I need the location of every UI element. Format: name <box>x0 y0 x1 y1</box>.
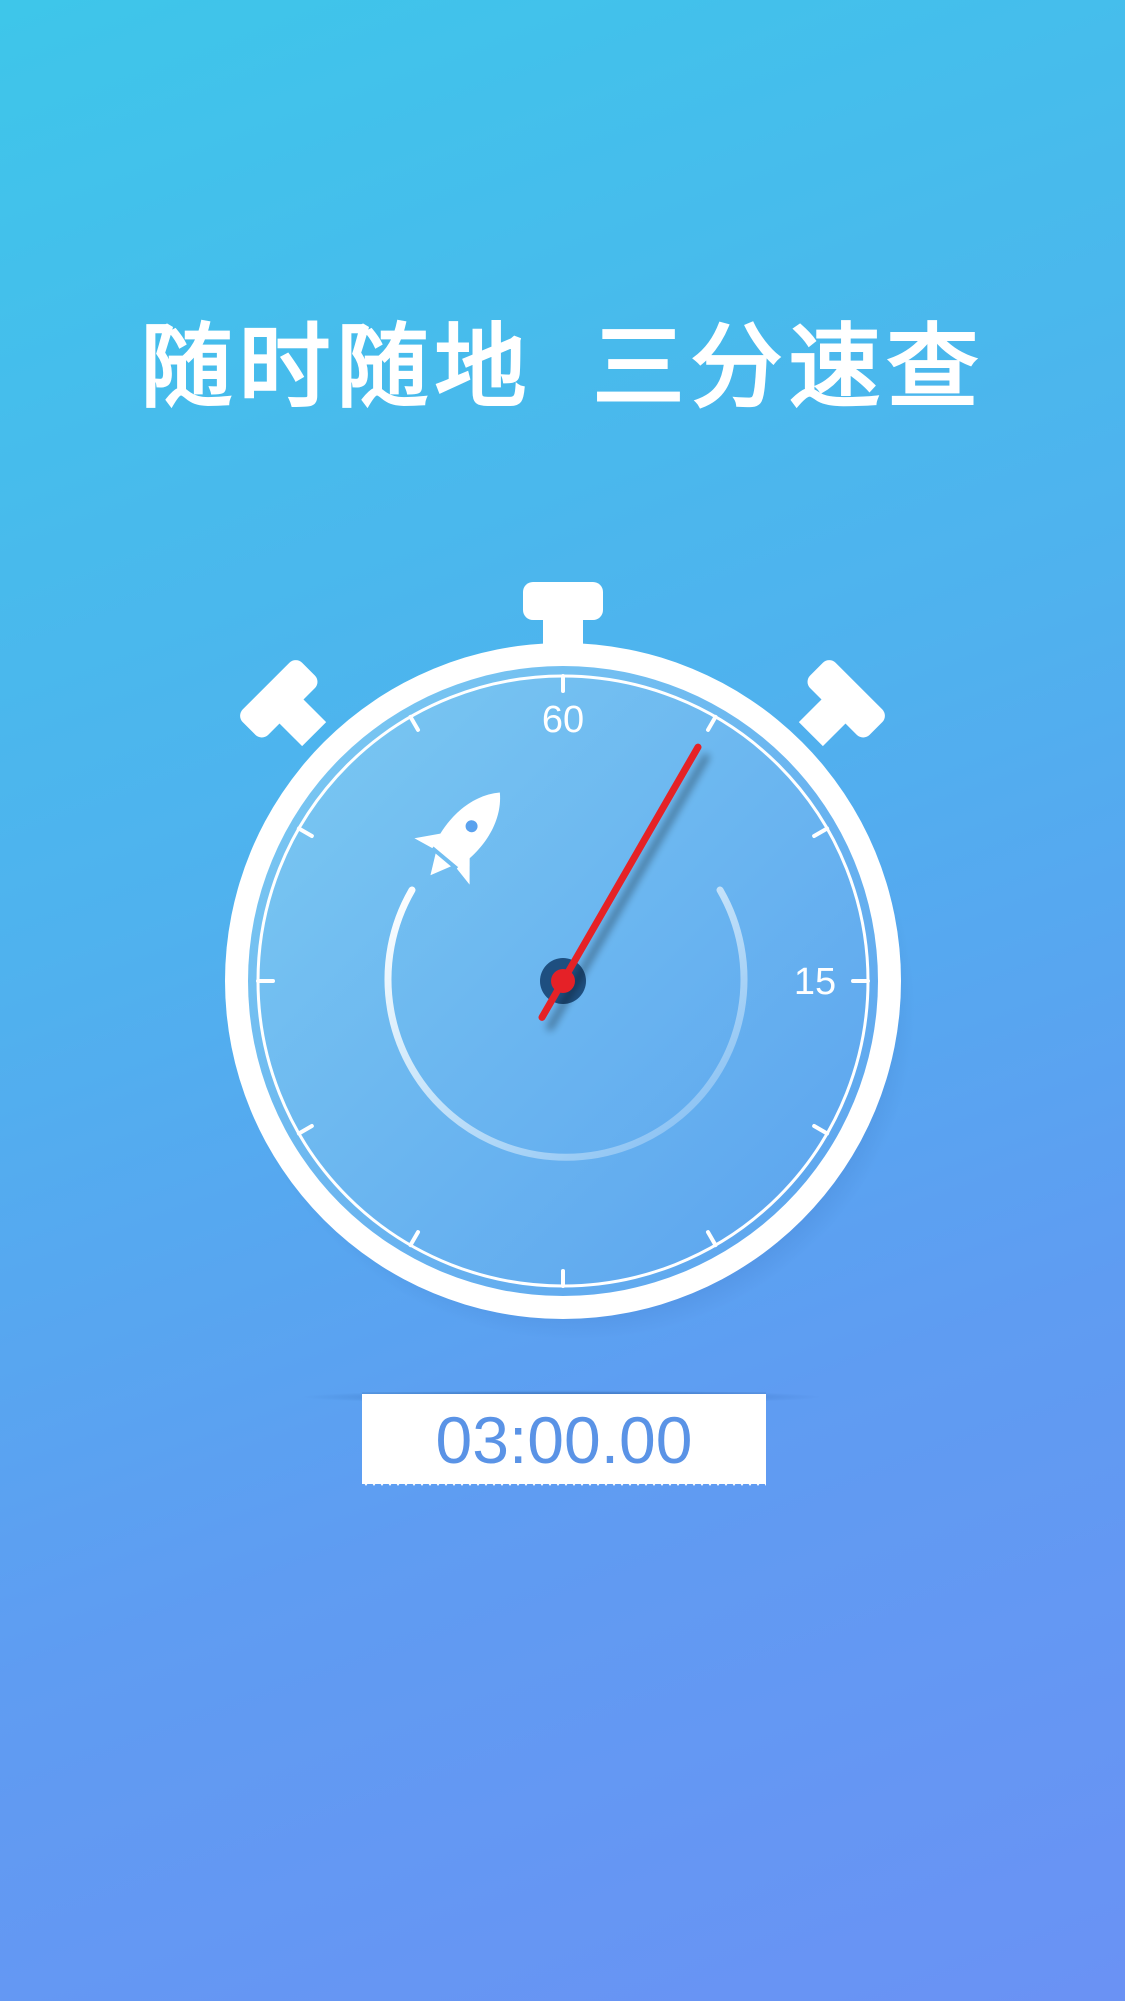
readout-card: 03:00.00 <box>362 1394 766 1484</box>
timer-value: 03:00.00 <box>435 1403 693 1477</box>
timer-readout: 03:00.00 <box>300 1380 825 1500</box>
readout-zigzag <box>362 1480 766 1486</box>
dial-label-top: 60 <box>542 699 584 741</box>
stopwatch: 60 15 <box>225 582 915 1340</box>
crown-button[interactable] <box>523 582 603 620</box>
hub-center <box>551 969 575 993</box>
dial-label-right: 15 <box>794 961 836 1003</box>
